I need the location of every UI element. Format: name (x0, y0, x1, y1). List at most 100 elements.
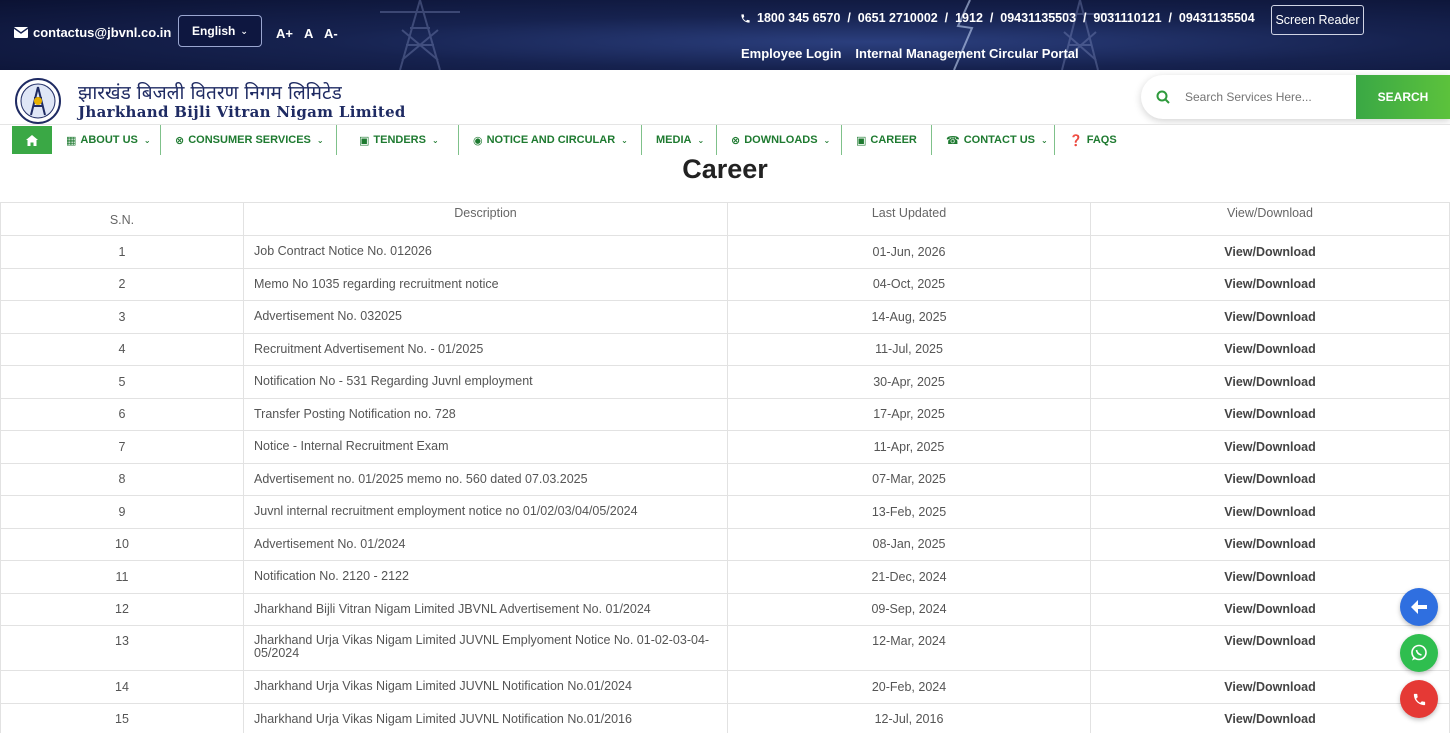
view-download-link[interactable]: View/Download (1090, 560, 1450, 594)
building-icon: ▦ (66, 134, 77, 147)
nav-about-us[interactable]: ▦ ABOUT US ⌄ (52, 125, 161, 155)
row-date: 11-Jul, 2025 (727, 332, 1091, 366)
document-icon: ▣ (359, 134, 370, 147)
font-increase-button[interactable]: A+ (276, 26, 293, 41)
nav-about-label: ABOUT US (80, 134, 138, 146)
user-circle-icon: ◉ (473, 134, 483, 147)
view-download-link[interactable]: View/Download (1090, 462, 1450, 496)
top-links: Employee Login Internal Management Circu… (741, 46, 1079, 61)
header-view-download: View/Download (1090, 202, 1450, 236)
row-sn: 10 (0, 527, 244, 561)
nav-downloads[interactable]: ⊗ DOWNLOADS ⌄ (717, 125, 842, 155)
call-button[interactable] (1400, 680, 1438, 718)
table-row: 14 Jharkhand Urja Vikas Nigam Limited JUV… (0, 670, 1450, 704)
table-row: 8 Advertisement no. 01/2025 memo no. 560 … (0, 462, 1450, 496)
row-date: 12-Mar, 2024 (727, 625, 1091, 671)
nav-tenders[interactable]: ▣ TENDERS ⌄ (337, 125, 459, 155)
table-row: 7 Notice - Internal Recruitment Exam 11-Ap… (0, 430, 1450, 464)
brand-name-hindi: झारखंड बिजली वितरण निगम लिमिटेड (78, 82, 342, 104)
view-download-link[interactable]: View/Download (1090, 300, 1450, 334)
row-date: 12-Jul, 2016 (727, 702, 1091, 733)
view-download-link[interactable]: View/Download (1090, 235, 1450, 269)
phone-icon (1413, 693, 1425, 705)
table-row: 3 Advertisement No. 032025 14-Aug, 2025 Vie… (0, 300, 1450, 334)
chevron-down-icon: ⌄ (316, 135, 324, 145)
language-select[interactable]: English ⌄ (178, 15, 262, 47)
row-sn: 1 (0, 235, 244, 269)
search-input[interactable] (1185, 90, 1355, 104)
view-download-link[interactable]: View/Download (1090, 527, 1450, 561)
home-icon (26, 134, 38, 146)
brand-header: झारखंड बिजली वितरण निगम लिमिटेड Jharkhan… (0, 70, 1450, 125)
row-sn: 8 (0, 462, 244, 496)
view-download-link[interactable]: View/Download (1090, 625, 1450, 671)
row-date: 04-Oct, 2025 (727, 267, 1091, 301)
nav-consumer-services[interactable]: ⊗ CONSUMER SERVICES ⌄ (161, 125, 337, 155)
row-description: Jharkhand Urja Vikas Nigam Limited JUVNL… (243, 670, 728, 704)
screen-reader-button[interactable]: Screen Reader (1271, 5, 1364, 35)
chevron-down-icon: ⌄ (1041, 135, 1048, 145)
row-sn: 5 (0, 365, 244, 399)
table-row: 5 Notification No - 531 Regarding Juvnl e… (0, 365, 1450, 399)
row-date: 21-Dec, 2024 (727, 560, 1091, 594)
row-sn: 6 (0, 397, 244, 431)
row-description: Juvnl internal recruitment employment no… (243, 495, 728, 529)
nav-notice-circular[interactable]: ◉ NOTICE AND CIRCULAR ⌄ (459, 125, 642, 155)
back-button[interactable] (1400, 588, 1438, 626)
row-sn: 9 (0, 495, 244, 529)
table-row: 9 Juvnl internal recruitment employment n… (0, 495, 1450, 529)
row-description: Advertisement no. 01/2025 memo no. 560 d… (243, 462, 728, 496)
table-row: 1 Job Contract Notice No. 012026 01-Jun, 2… (0, 235, 1450, 269)
search-button[interactable]: SEARCH (1356, 75, 1450, 119)
font-decrease-button[interactable]: A- (324, 26, 338, 41)
header-last-updated: Last Updated (727, 202, 1091, 236)
row-date: 08-Jan, 2025 (727, 527, 1091, 561)
row-sn: 3 (0, 300, 244, 334)
contact-email[interactable]: contactus@jbvnl.co.in (14, 25, 171, 40)
nav-career[interactable]: ▣ CAREER (842, 125, 932, 155)
row-description: Jharkhand Urja Vikas Nigam Limited JUVNL… (243, 702, 728, 733)
download-circle-icon: ⊗ (731, 134, 741, 147)
top-bar: contactus@jbvnl.co.in English ⌄ A+ A A- … (0, 0, 1450, 70)
jbvnl-logo[interactable] (14, 78, 62, 124)
nav-consumer-label: CONSUMER SERVICES (188, 134, 311, 146)
phone-icon: ☎ (946, 134, 960, 147)
row-description: Transfer Posting Notification no. 728 (243, 397, 728, 431)
view-download-link[interactable]: View/Download (1090, 592, 1450, 626)
row-description: Jharkhand Bijli Vitran Nigam Limited JBV… (243, 592, 728, 626)
nav-notice-label: NOTICE AND CIRCULAR (486, 134, 616, 146)
envelope-icon (14, 27, 28, 38)
view-download-link[interactable]: View/Download (1090, 365, 1450, 399)
view-download-link[interactable]: View/Download (1090, 332, 1450, 366)
row-date: 30-Apr, 2025 (727, 365, 1091, 399)
row-description: Job Contract Notice No. 012026 (243, 235, 728, 269)
nav-career-label: CAREER (870, 134, 917, 146)
employee-login-link[interactable]: Employee Login (741, 46, 841, 61)
row-sn: 15 (0, 702, 244, 733)
nav-media[interactable]: MEDIA ⌄ (642, 125, 717, 155)
view-download-link[interactable]: View/Download (1090, 267, 1450, 301)
briefcase-icon: ▣ (856, 134, 867, 147)
whatsapp-icon (1411, 644, 1427, 661)
view-download-link[interactable]: View/Download (1090, 702, 1450, 733)
nav-home[interactable] (12, 126, 52, 154)
view-download-link[interactable]: View/Download (1090, 397, 1450, 431)
chevron-down-icon: ⌄ (823, 135, 831, 145)
main-nav: ▦ ABOUT US ⌄ ⊗ CONSUMER SERVICES ⌄ ▣ TENDE… (0, 124, 1450, 155)
view-download-link[interactable]: View/Download (1090, 430, 1450, 464)
nav-contact-us[interactable]: ☎ CONTACT US ⌄ (932, 125, 1055, 155)
row-sn: 4 (0, 332, 244, 366)
nav-faqs[interactable]: ❓ FAQS (1055, 125, 1135, 155)
view-download-link[interactable]: View/Download (1090, 495, 1450, 529)
contact-email-text: contactus@jbvnl.co.in (33, 25, 172, 40)
row-description: Advertisement No. 032025 (243, 300, 728, 334)
brand-name-english: Jharkhand Bijli Vitran Nigam Limited (78, 103, 406, 121)
chevron-down-icon: ⌄ (621, 135, 628, 145)
view-download-link[interactable]: View/Download (1090, 670, 1450, 704)
row-date: 07-Mar, 2025 (727, 462, 1091, 496)
chevron-down-icon: ⌄ (431, 135, 439, 145)
header-sn: S.N. (0, 202, 244, 236)
circular-portal-link[interactable]: Internal Management Circular Portal (855, 46, 1078, 61)
whatsapp-button[interactable] (1400, 634, 1438, 672)
font-normal-button[interactable]: A (304, 26, 313, 41)
